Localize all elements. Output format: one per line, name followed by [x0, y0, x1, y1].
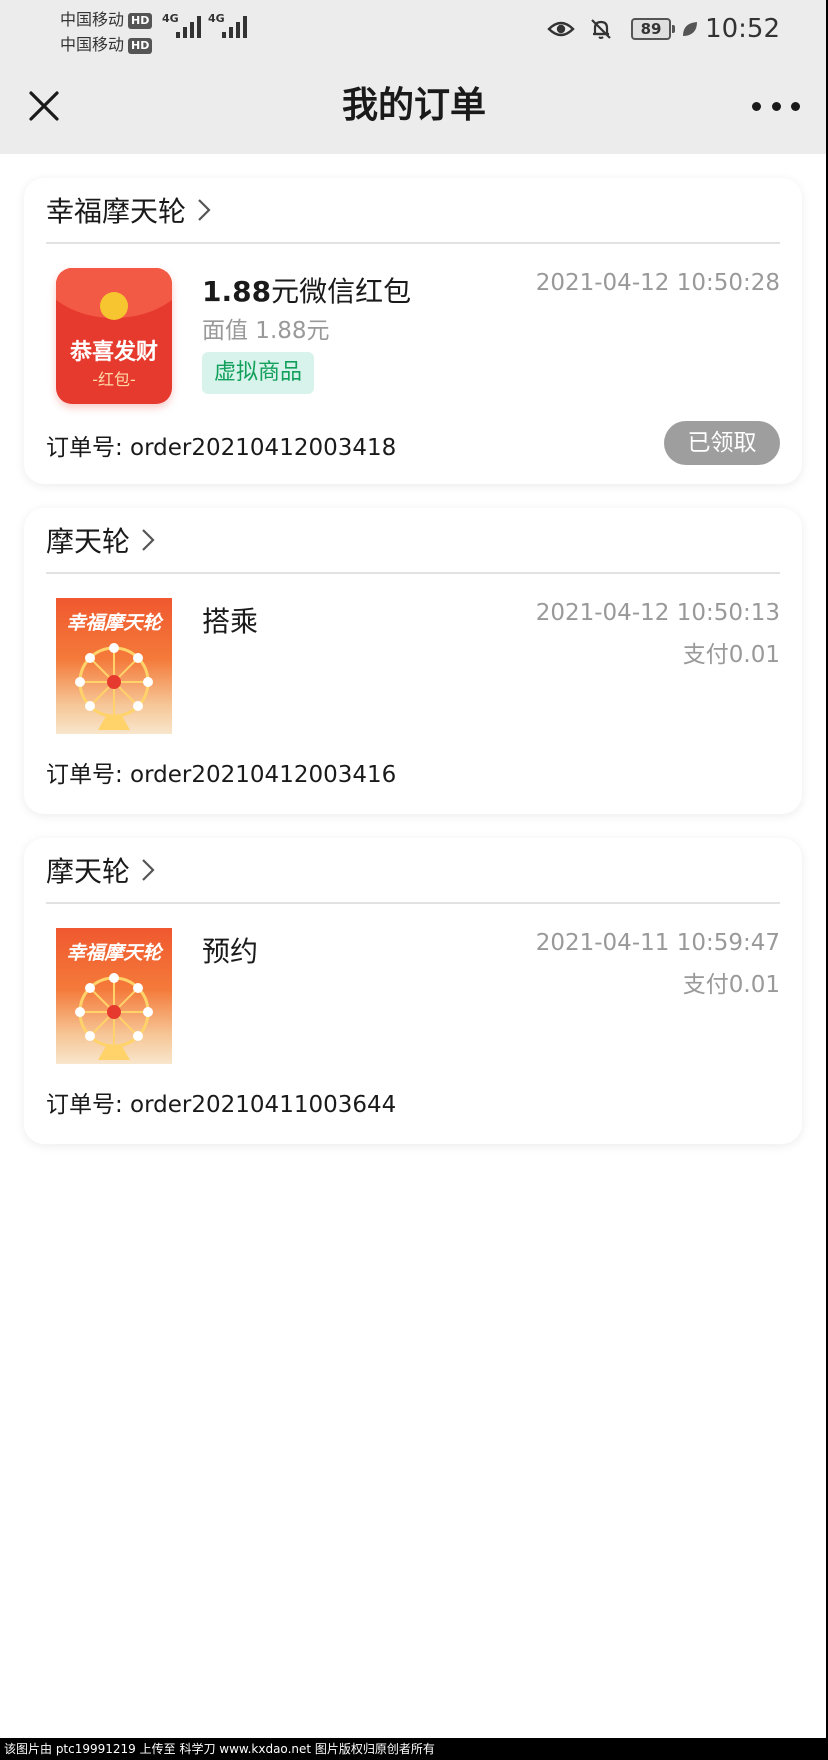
order-number: 订单号: order20210412003416: [46, 762, 397, 788]
order-time: 2021-04-11 10:59:47: [535, 930, 780, 956]
shop-name: 摩天轮: [46, 525, 131, 558]
envelope-main-text: 恭喜发财: [69, 340, 158, 365]
red-envelope-image: 恭喜发财 -红包-: [56, 268, 172, 404]
order-time: 2021-04-12 10:50:13: [535, 600, 780, 626]
nav-bar: 我的订单: [0, 58, 828, 154]
product-thumbnail[interactable]: 幸福摩天轮: [56, 598, 172, 734]
shop-name: 摩天轮: [46, 855, 131, 888]
item-title: 1.88元微信红包: [202, 270, 411, 310]
status-time: 10:52: [705, 14, 780, 44]
more-button[interactable]: [752, 86, 800, 126]
battery-icon: 89: [631, 18, 676, 40]
shop-link[interactable]: 摩天轮: [46, 838, 780, 904]
order-card[interactable]: 摩天轮 幸福摩天轮: [24, 838, 802, 1144]
shop-link[interactable]: 摩天轮: [46, 508, 780, 574]
chevron-right-icon: [198, 199, 211, 221]
watermark-text: 该图片由 ptc19991219 上传至 科学刀 www.kxdao.net 图…: [0, 1738, 828, 1760]
item-amount: 1.88: [202, 275, 272, 308]
item-title: 预约: [202, 935, 259, 968]
more-icon-dot: [791, 101, 800, 111]
poster-title: 幸福摩天轮: [66, 942, 162, 964]
face-value: 面值 1.88元: [202, 318, 330, 344]
item-title: 搭乘: [202, 605, 259, 638]
virtual-goods-tag: 虚拟商品: [202, 352, 315, 394]
payment-amount: 支付0.01: [682, 642, 780, 668]
order-list-page: 中国移动 HD 中国移动 HD 4G 4G 89 10:52 我的订单 幸福摩天…: [0, 0, 828, 1760]
order-card[interactable]: 摩天轮 幸福摩天轮: [24, 508, 802, 814]
chevron-right-icon: [142, 859, 155, 881]
hd-badge-1: HD: [128, 12, 153, 29]
ferris-wheel-poster-image: 幸福摩天轮: [56, 928, 172, 1064]
carrier-1: 中国移动 HD: [60, 6, 153, 30]
envelope-small-text: -红包-: [92, 370, 136, 389]
product-thumbnail[interactable]: 幸福摩天轮: [56, 928, 172, 1064]
bell-muted-icon: [591, 19, 611, 39]
ferris-wheel-icon: [75, 973, 153, 1060]
order-time: 2021-04-12 10:50:28: [535, 270, 780, 296]
ferris-wheel-icon: [75, 643, 153, 730]
shop-name: 幸福摩天轮: [46, 195, 187, 228]
leaf-icon: [683, 22, 698, 36]
signal-2-icon: 4G: [208, 12, 250, 40]
more-icon-dot: [771, 101, 781, 111]
order-number: 订单号: order20210412003418: [46, 435, 397, 461]
carrier-2-name: 中国移动: [60, 35, 125, 54]
item-title-rest: 元微信红包: [271, 275, 412, 308]
hd-badge-2: HD: [128, 37, 153, 54]
eye-icon: [547, 21, 575, 37]
more-icon-dot: [752, 101, 761, 111]
status-right: 89 10:52: [547, 11, 780, 47]
shop-link[interactable]: 幸福摩天轮: [46, 178, 780, 244]
page-title: 我的订单: [341, 85, 486, 126]
status-bar: 中国移动 HD 中国移动 HD 4G 4G 89 10:52: [0, 0, 828, 58]
signal-1-icon: 4G: [162, 12, 204, 40]
received-status-button[interactable]: 已领取: [664, 421, 780, 465]
poster-title: 幸福摩天轮: [66, 612, 162, 634]
order-number: 订单号: order20210411003644: [46, 1092, 397, 1118]
payment-amount: 支付0.01: [682, 972, 780, 998]
chevron-right-icon: [142, 529, 155, 551]
carrier-1-name: 中国移动: [60, 10, 125, 29]
order-card[interactable]: 幸福摩天轮 恭喜发财 -红包- 1.88元微信红包 面值 1.88元 虚拟商品 …: [24, 178, 802, 484]
ferris-wheel-poster-image: 幸福摩天轮: [56, 598, 172, 734]
product-thumbnail[interactable]: 恭喜发财 -红包-: [56, 268, 172, 404]
battery-level: 89: [640, 20, 662, 38]
carrier-2: 中国移动 HD: [60, 31, 153, 55]
